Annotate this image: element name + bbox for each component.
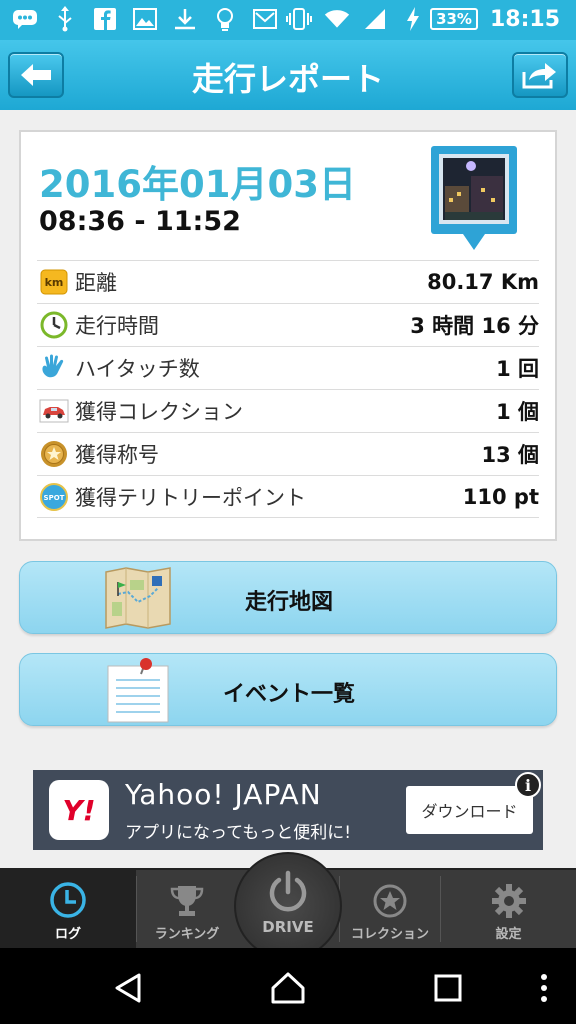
photo-pin[interactable] [431, 146, 519, 256]
nav-recents-button[interactable] [428, 968, 468, 1008]
stat-row-territory: SPOT 獲得テリトリーポイント 110 pt [37, 475, 539, 518]
km-icon: km [39, 267, 69, 297]
page-title: 走行レポート [191, 60, 384, 98]
medal-icon [39, 439, 69, 469]
drive-label: DRIVE [262, 918, 314, 936]
report-stats: km 距離 80.17 Km 走行時間 3 時間 16 分 Hi! ハイタッチ数… [37, 260, 539, 518]
ad-banner[interactable]: Y! Yahoo! JAPAN アプリになってもっと便利に! ダウンロード i [33, 770, 543, 850]
stat-label: 獲得コレクション [75, 400, 243, 424]
back-triangle-icon [115, 973, 141, 1003]
lightbulb-icon [212, 6, 238, 32]
status-bar: 33% 18:15 [0, 0, 576, 40]
svg-text:Hi!: Hi! [59, 374, 69, 382]
nav-menu-button[interactable] [524, 968, 564, 1008]
stat-label: 獲得テリトリーポイント [75, 485, 306, 510]
tab-collection-label: コレクション [350, 927, 429, 942]
share-button[interactable] [512, 52, 568, 98]
car-icon [39, 396, 69, 426]
clock-icon [39, 310, 69, 340]
report-card: 2016年01月03日 08:36 - 11:52 km 距離 80.17 Km [19, 130, 557, 541]
stat-row-high-five: Hi! ハイタッチ数 1 回 [37, 346, 539, 389]
report-time-range: 08:36 - 11:52 [39, 206, 241, 237]
stat-label: ハイタッチ数 [75, 357, 200, 381]
ad-download-button[interactable]: ダウンロード [406, 786, 533, 834]
chat-icon [12, 6, 38, 32]
report-date: 2016年01月03日 [39, 163, 356, 206]
stat-row-titles: 獲得称号 13 個 [37, 432, 539, 475]
mail-icon [252, 6, 278, 32]
stat-label: 走行時間 [75, 314, 159, 338]
recents-square-icon [434, 974, 462, 1002]
ad-subtitle: アプリになってもっと便利に! [125, 823, 352, 843]
signal-icon [362, 6, 388, 32]
share-icon [522, 63, 556, 89]
drive-map-label: 走行地図 [244, 590, 333, 615]
stat-value: 1 回 [496, 357, 539, 381]
stat-label: 距離 [75, 271, 117, 295]
tab-collection[interactable]: コレクション [340, 870, 440, 948]
battery-level: 33% [430, 8, 478, 30]
stat-value: 80.17 Km [427, 270, 539, 294]
more-vertical-icon [541, 974, 547, 1002]
charging-icon [400, 6, 426, 32]
stat-row-distance: km 距離 80.17 Km [37, 260, 539, 303]
trophy-icon [170, 886, 204, 916]
power-icon [269, 870, 307, 912]
tab-settings-label: 設定 [495, 927, 522, 942]
drive-map-button[interactable]: 走行地図 [19, 561, 557, 634]
usb-icon [52, 6, 78, 32]
nav-back-button[interactable] [108, 968, 148, 1008]
wifi-icon [324, 6, 350, 32]
download-icon [172, 6, 198, 32]
stat-value: 1 個 [496, 400, 539, 424]
home-icon [271, 972, 305, 1004]
clock-tab-icon [50, 882, 86, 918]
spot-icon: SPOT [39, 482, 69, 512]
image-icon [132, 6, 158, 32]
nav-home-button[interactable] [268, 968, 308, 1008]
drive-button[interactable]: DRIVE [234, 852, 342, 960]
tab-log-label: ログ [54, 927, 81, 942]
system-nav-bar [0, 948, 576, 1024]
tab-ranking-label: ランキング [154, 927, 220, 942]
stat-row-drive-time: 走行時間 3 時間 16 分 [37, 303, 539, 346]
stat-row-collection: 獲得コレクション 1 個 [37, 389, 539, 432]
stat-value: 3 時間 16 分 [410, 314, 539, 338]
event-list-button[interactable]: イベント一覧 [19, 653, 557, 726]
facebook-icon [92, 6, 118, 32]
star-icon [373, 884, 407, 918]
ad-title: Yahoo! JAPAN [125, 778, 322, 811]
ad-info-icon[interactable]: i [515, 772, 541, 798]
vibrate-icon [286, 6, 313, 32]
gear-icon [491, 884, 526, 918]
app-header: 走行レポート [0, 40, 576, 110]
stat-label: 獲得称号 [75, 443, 159, 467]
tab-settings[interactable]: 設定 [441, 870, 576, 948]
clock-time: 18:15 [489, 6, 560, 32]
tab-log[interactable]: ログ [0, 870, 136, 948]
yahoo-logo-icon: Y! [49, 780, 109, 840]
stat-value: 13 個 [481, 443, 539, 467]
svg-text:SPOT: SPOT [44, 494, 65, 502]
high-five-icon: Hi! [39, 353, 69, 383]
stat-value: 110 pt [462, 484, 539, 509]
tab-ranking[interactable]: ランキング [137, 870, 237, 948]
svg-text:km: km [45, 276, 64, 289]
event-list-label: イベント一覧 [222, 682, 355, 707]
